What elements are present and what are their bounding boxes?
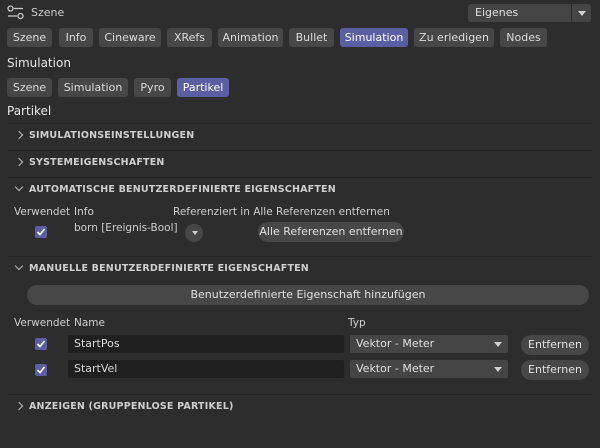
section-title: SYSTEMEIGENSCHAFTEN <box>29 157 165 168</box>
tab-nodes[interactable]: Nodes <box>500 28 547 47</box>
chevron-down-icon <box>14 261 24 271</box>
page-heading: Partikel <box>7 104 52 118</box>
section-show-ungrouped[interactable]: ANZEIGEN (GRUPPENLOSE PARTIKEL) <box>8 394 592 421</box>
chevron-right-icon <box>14 401 24 411</box>
chevron-down-icon <box>192 231 198 235</box>
tab-simulation[interactable]: Simulation <box>340 28 408 47</box>
chevron-down-icon <box>578 11 586 16</box>
chevron-down-icon <box>14 182 24 192</box>
tab-zu-erledigen[interactable]: Zu erledigen <box>414 28 494 47</box>
tab-info[interactable]: Info <box>59 28 93 47</box>
section-title: MANUELLE BENUTZERDEFINIERTE EIGENSCHAFTE… <box>29 263 309 274</box>
section-title: AUTOMATISCHE BENUTZERDEFINIERTE EIGENSCH… <box>29 184 336 195</box>
preset-separator <box>571 4 572 22</box>
chevron-down-icon <box>494 367 502 372</box>
subtab-simulation[interactable]: Simulation <box>58 78 128 97</box>
scene-settings-icon <box>7 5 24 20</box>
references-dropdown[interactable] <box>185 224 203 242</box>
column-name: Name <box>74 317 105 329</box>
tab-animation[interactable]: Animation <box>218 28 283 47</box>
section-heading: Simulation <box>7 56 71 70</box>
property-name-field[interactable]: StartVel <box>68 360 344 378</box>
panel-title: Szene <box>31 6 65 19</box>
property-info: born [Ereignis-Bool] <box>74 222 178 234</box>
chevron-right-icon <box>14 157 24 167</box>
remove-property-button[interactable]: Entfernen <box>521 360 589 380</box>
column-type: Typ <box>348 317 366 329</box>
property-type-value: Vektor - Meter <box>356 337 435 350</box>
preset-dropdown[interactable]: Eigenes <box>468 4 591 22</box>
column-referenced: Referenziert in Alle Referenzen entferne… <box>173 206 390 218</box>
column-used: Verwendet <box>14 206 71 218</box>
used-checkbox[interactable] <box>35 364 47 376</box>
remove-property-button[interactable]: Entfernen <box>521 335 589 355</box>
column-used: Verwendet <box>14 317 71 329</box>
section-title: ANZEIGEN (GRUPPENLOSE PARTIKEL) <box>29 401 234 412</box>
section-manual-properties[interactable]: MANUELLE BENUTZERDEFINIERTE EIGENSCHAFTE… <box>8 256 592 283</box>
column-info: Info <box>74 206 94 218</box>
section-title: SIMULATIONSEINSTELLUNGEN <box>29 130 195 141</box>
subtab-partikel[interactable]: Partikel <box>177 78 229 97</box>
tab-bullet[interactable]: Bullet <box>289 28 334 47</box>
remove-all-references-button[interactable]: Alle Referenzen entfernen <box>258 222 404 242</box>
chevron-down-icon <box>494 342 502 347</box>
preset-value: Eigenes <box>475 6 519 19</box>
section-simulation-settings[interactable]: SIMULATIONSEINSTELLUNGEN <box>8 123 592 150</box>
tab-szene[interactable]: Szene <box>7 28 52 47</box>
used-checkbox[interactable] <box>35 338 47 350</box>
tab-cineware[interactable]: Cineware <box>99 28 161 47</box>
property-type-dropdown[interactable]: Vektor - Meter <box>350 335 508 353</box>
property-name-field[interactable]: StartPos <box>68 335 344 353</box>
property-type-dropdown[interactable]: Vektor - Meter <box>350 360 508 378</box>
tab-xrefs[interactable]: XRefs <box>167 28 212 47</box>
section-system-properties[interactable]: SYSTEMEIGENSCHAFTEN <box>8 150 592 177</box>
section-auto-properties[interactable]: AUTOMATISCHE BENUTZERDEFINIERTE EIGENSCH… <box>8 177 592 204</box>
add-custom-property-button[interactable]: Benutzerdefinierte Eigenschaft hinzufüge… <box>27 285 589 305</box>
subtab-pyro[interactable]: Pyro <box>134 78 171 97</box>
subtab-szene[interactable]: Szene <box>7 78 52 97</box>
property-type-value: Vektor - Meter <box>356 362 435 375</box>
chevron-right-icon <box>14 130 24 140</box>
used-checkbox[interactable] <box>35 226 47 238</box>
